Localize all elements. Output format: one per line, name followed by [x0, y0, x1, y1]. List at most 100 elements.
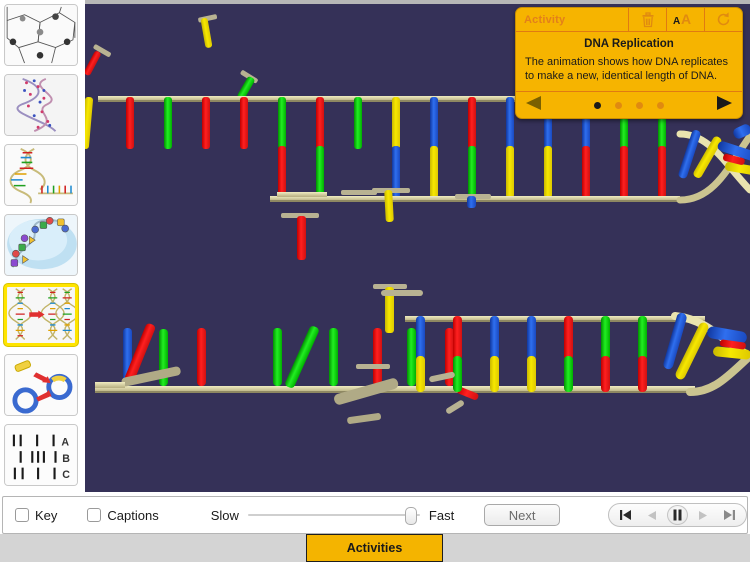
- dna-base: [407, 328, 416, 386]
- next-button[interactable]: Next: [484, 504, 560, 526]
- activity-description: The animation shows how DNA replicates t…: [525, 56, 728, 82]
- speed-slider[interactable]: [247, 507, 420, 525]
- captions-label: Captions: [107, 507, 159, 523]
- next-arrow-icon: [717, 95, 732, 110]
- pause-icon: [673, 509, 682, 521]
- slider-track-line: [247, 514, 420, 516]
- free-nucleotide: [381, 290, 423, 296]
- activity-heading: DNA Replication: [584, 38, 674, 50]
- captions-checkbox[interactable]: [87, 508, 102, 522]
- dna-base-pair: [316, 146, 324, 198]
- dna-base: [273, 328, 282, 386]
- dna-base: [373, 328, 382, 386]
- key-checkbox[interactable]: [15, 508, 29, 522]
- dna-fingerprint-icon: A B C: [5, 425, 77, 485]
- pause-button[interactable]: [667, 505, 688, 525]
- text-size-icon: A A: [673, 12, 691, 27]
- dna-base: [126, 97, 134, 149]
- speed-max-label: Fast: [428, 507, 455, 523]
- dna-replication-icon: [7, 287, 75, 343]
- plasmid-insertion-icon: [5, 355, 77, 415]
- protein-synthesis-icon: [5, 215, 77, 275]
- dna-base-pair: [620, 146, 628, 198]
- step-back-icon: [648, 510, 656, 520]
- thumbnail-sidebar: A B C: [0, 0, 85, 495]
- step-back-button[interactable]: [641, 505, 662, 525]
- dna-base: [202, 97, 210, 149]
- dna-unzipping-icon: [5, 145, 77, 205]
- svg-text:A: A: [681, 12, 691, 27]
- skip-back-button[interactable]: [615, 505, 636, 525]
- dna-base: [354, 97, 362, 149]
- dna-base-pair: [278, 146, 286, 198]
- activity-panel-body: DNA Replication The animation shows how …: [516, 32, 742, 92]
- dna-base-pair: [468, 146, 476, 198]
- sidebar-item-cells-diagram[interactable]: [4, 4, 78, 66]
- dna-base: [430, 97, 438, 149]
- skip-back-icon: [620, 510, 631, 520]
- dna-double-helix-icon: [5, 75, 77, 135]
- page-dot[interactable]: [615, 101, 622, 109]
- dna-base-pair: [658, 146, 666, 198]
- step-forward-button[interactable]: [693, 505, 714, 525]
- speed-slider-group: Slow Fast: [210, 507, 455, 525]
- dna-base: [316, 97, 324, 149]
- sidebar-item-dna-double-helix[interactable]: [4, 74, 78, 136]
- fingerprint-row-label: B: [62, 453, 70, 465]
- speed-min-label: Slow: [210, 507, 239, 523]
- dna-base-pair: [582, 146, 590, 198]
- dna-base: [506, 97, 514, 149]
- sidebar-item-dna-unzipping[interactable]: [4, 144, 78, 206]
- captions-checkbox-group[interactable]: Captions: [87, 507, 159, 523]
- key-checkbox-group[interactable]: Key: [15, 508, 57, 523]
- delete-button[interactable]: [628, 8, 666, 31]
- dna-base-pair: [430, 146, 438, 198]
- sidebar-item-plasmid-insertion[interactable]: [4, 354, 78, 416]
- step-forward-icon: [699, 510, 707, 520]
- activity-panel: Activity A A DNA Replication The animati…: [515, 7, 743, 119]
- dna-backbone-stub: [95, 382, 125, 388]
- reset-icon: [717, 12, 730, 26]
- cells-diagram-icon: [5, 5, 77, 65]
- dna-base: [468, 97, 476, 149]
- bottom-tab-bar: Activities: [0, 534, 750, 562]
- dna-base: [392, 97, 400, 149]
- free-nucleotide: [356, 364, 390, 369]
- text-size-button[interactable]: A A: [666, 8, 704, 31]
- activity-panel-footer: [516, 92, 742, 118]
- dna-base: [164, 97, 172, 149]
- page-dot[interactable]: [657, 101, 664, 109]
- prev-page-button[interactable]: [524, 95, 544, 116]
- key-label: Key: [35, 507, 58, 523]
- fingerprint-row-label: C: [62, 469, 70, 481]
- prev-arrow-icon: [526, 95, 541, 110]
- dna-backbone-stub: [277, 192, 327, 197]
- activities-tab[interactable]: Activities: [306, 534, 443, 562]
- next-page-button[interactable]: [714, 95, 734, 116]
- application-window: A B C Activity A A DNA Replication The a…: [0, 0, 750, 562]
- slider-knob[interactable]: [404, 507, 417, 525]
- transport-controls: [608, 503, 747, 527]
- page-dot[interactable]: [636, 101, 643, 109]
- playback-toolbar: Key Captions Slow Fast Next: [2, 496, 748, 534]
- sidebar-item-dna-replication[interactable]: [4, 284, 78, 346]
- sidebar-item-dna-fingerprint[interactable]: A B C: [4, 424, 78, 486]
- dna-base-pair: [506, 146, 514, 198]
- page-dot[interactable]: [594, 101, 601, 109]
- sidebar-item-protein-synthesis[interactable]: [4, 214, 78, 276]
- activity-panel-header: Activity A A: [516, 8, 742, 32]
- page-dots: [544, 101, 714, 109]
- dna-base: [197, 328, 206, 386]
- trash-icon: [642, 11, 653, 27]
- skip-forward-icon: [724, 510, 735, 520]
- dna-base-pair: [544, 146, 552, 198]
- skip-forward-button[interactable]: [719, 505, 740, 525]
- dna-base: [329, 328, 338, 386]
- svg-text:A: A: [673, 16, 680, 27]
- reset-button[interactable]: [704, 8, 742, 31]
- dna-base: [278, 97, 286, 149]
- fingerprint-row-label: A: [61, 436, 69, 448]
- free-nucleotide: [341, 190, 377, 195]
- activity-panel-title: Activity: [524, 13, 566, 26]
- dna-base: [240, 97, 248, 149]
